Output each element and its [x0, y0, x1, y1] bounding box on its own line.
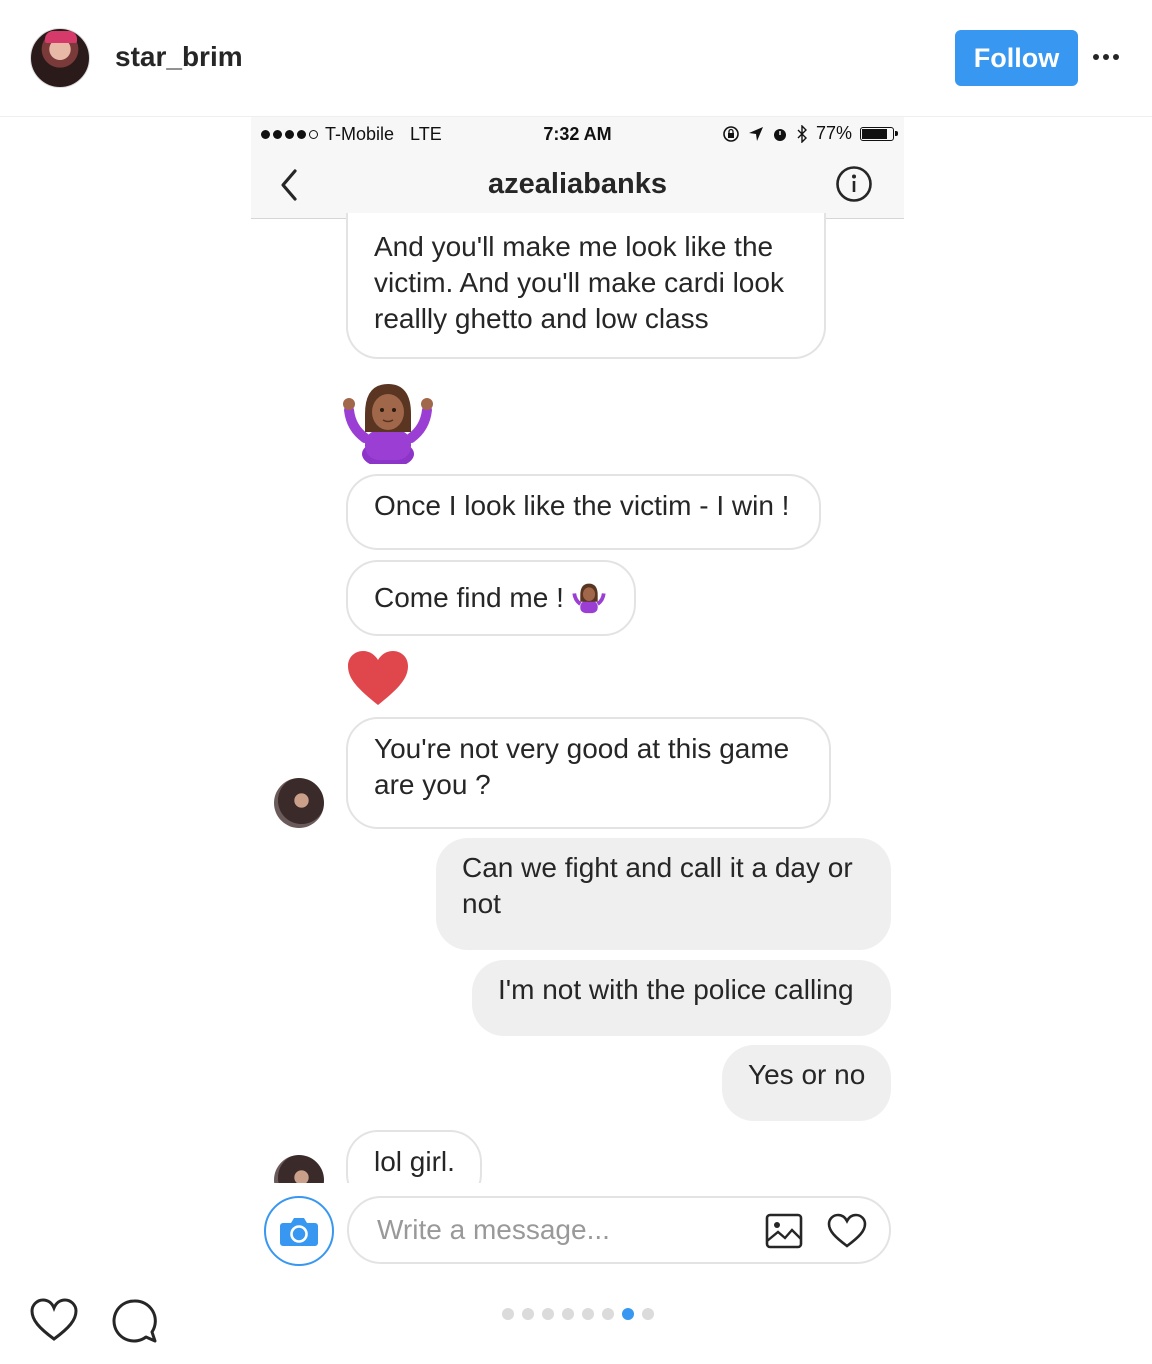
- message-bubble[interactable]: And you'll make me look like the victim.…: [346, 213, 826, 359]
- carousel-dot: [562, 1308, 574, 1320]
- carousel-dot: [602, 1308, 614, 1320]
- battery-percent: 77%: [815, 123, 852, 143]
- carousel-dot: [522, 1308, 534, 1320]
- camera-button[interactable]: [264, 1196, 334, 1266]
- like-heart-icon[interactable]: [30, 1298, 78, 1342]
- avatar[interactable]: [30, 28, 90, 88]
- message-bubble-sent[interactable]: I'm not with the police calling: [472, 960, 891, 1036]
- rotation-lock-icon: [723, 125, 739, 142]
- comment-icon[interactable]: [110, 1298, 158, 1344]
- location-arrow-icon: [748, 126, 763, 141]
- message-line: victim. And you'll make cardi look: [374, 267, 784, 298]
- dm-navbar: azealiabanks: [251, 151, 904, 219]
- battery-icon: [860, 126, 898, 141]
- more-options-icon[interactable]: [1088, 42, 1124, 72]
- message-line: And you'll make me look like the: [374, 231, 774, 262]
- heart-icon[interactable]: [827, 1213, 867, 1249]
- message-bubble[interactable]: Come find me !: [346, 560, 636, 636]
- message-input[interactable]: Write a message...: [347, 1196, 891, 1264]
- status-icons: 77%: [722, 123, 898, 144]
- shrug-woman-emoji: [572, 583, 606, 614]
- message-text: Yes or no: [748, 1059, 866, 1090]
- message-bubble-sent[interactable]: Yes or no: [722, 1045, 891, 1121]
- message-bubble[interactable]: You're not very good at this game are yo…: [346, 717, 831, 829]
- message-line: Can we fight and call it a day or: [462, 852, 853, 883]
- carousel-indicator[interactable]: [502, 1308, 654, 1320]
- conversation-title[interactable]: azealiabanks: [251, 168, 904, 201]
- message-line: not: [462, 888, 501, 919]
- message-line: are you ?: [374, 769, 491, 800]
- camera-icon: [280, 1218, 318, 1246]
- shrug-woman-emoji: [343, 384, 433, 464]
- carousel-dot: [642, 1308, 654, 1320]
- carousel-dot: [502, 1308, 514, 1320]
- bluetooth-icon: [797, 124, 807, 143]
- message-text: Once I look like the victim - I win !: [374, 490, 790, 521]
- dm-screenshot: T-Mobile LTE 7:32 AM 77% azealiabanks An…: [251, 117, 904, 1277]
- message-bubble-sent[interactable]: Can we fight and call it a day or not: [436, 838, 891, 950]
- carousel-dot: [582, 1308, 594, 1320]
- carousel-dot: [542, 1308, 554, 1320]
- carousel-dot-active: [622, 1308, 634, 1320]
- alarm-icon: [773, 128, 786, 141]
- info-icon[interactable]: [835, 165, 873, 203]
- message-text: I'm not with the police calling: [498, 974, 854, 1005]
- message-text: Come find me !: [374, 582, 564, 613]
- heart-like-icon: [348, 651, 408, 705]
- gallery-icon[interactable]: [765, 1213, 803, 1249]
- message-line: reallly ghetto and low class: [374, 303, 709, 334]
- status-bar: T-Mobile LTE 7:32 AM 77%: [251, 117, 904, 151]
- post-username[interactable]: star_brim: [115, 41, 243, 73]
- message-bubble[interactable]: Once I look like the victim - I win !: [346, 474, 821, 550]
- message-line: You're not very good at this game: [374, 733, 790, 764]
- message-text: lol girl.: [374, 1146, 455, 1177]
- sender-avatar[interactable]: [274, 778, 324, 828]
- follow-button[interactable]: Follow: [955, 30, 1078, 86]
- post-header: star_brim Follow: [0, 0, 1152, 117]
